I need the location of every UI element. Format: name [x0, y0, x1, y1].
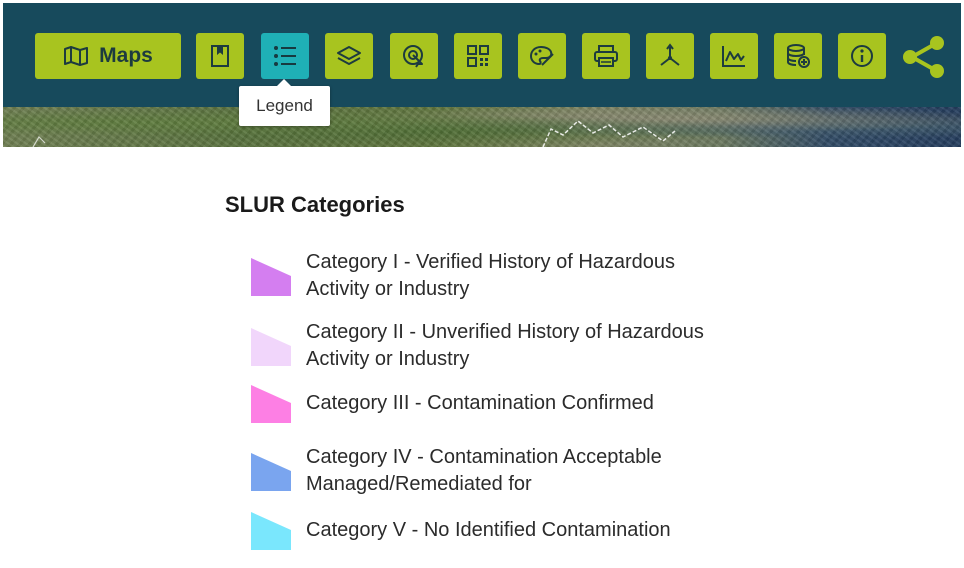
elevation-profile-button[interactable]	[710, 33, 758, 79]
map-view[interactable]	[3, 107, 961, 147]
coordinates-button[interactable]	[646, 33, 694, 79]
layers-icon	[336, 44, 362, 68]
coordinate-axes-icon	[657, 43, 683, 69]
legend-item-label: Category IV - Contamination Acceptable M…	[306, 446, 662, 495]
app-frame: Maps Legend SLUR Categories Category I -…	[0, 0, 964, 568]
palette-brush-icon	[529, 44, 555, 68]
legend-item-label: Category I - Verified History of Hazardo…	[306, 251, 676, 300]
legend-item-category-4: Category IV - Contamination Acceptable M…	[250, 444, 736, 498]
print-icon	[593, 44, 619, 68]
legend-swatch	[251, 328, 291, 366]
legend-list-icon	[272, 44, 298, 68]
legend-tooltip: Legend	[239, 79, 330, 126]
legend-item-category-2: Category II - Unverified History of Haza…	[250, 319, 736, 373]
legend-item-label: Category III - Contamination Confirmed	[306, 391, 654, 414]
legend-swatch	[251, 385, 291, 423]
qr-grid-icon	[466, 44, 490, 68]
basemap-style-button[interactable]	[518, 33, 566, 79]
identify-button[interactable]	[390, 33, 438, 79]
legend-swatch	[251, 512, 291, 550]
legend-button[interactable]	[261, 33, 309, 79]
share-icon	[900, 36, 948, 85]
locate-touch-icon	[401, 43, 427, 69]
legend-swatch	[251, 258, 291, 296]
legend-swatch	[251, 453, 291, 491]
info-icon	[849, 43, 875, 69]
legend-item-label: Category V - No Identified Contamination	[306, 518, 671, 541]
about-button[interactable]	[838, 33, 886, 79]
database-add-icon	[785, 43, 811, 69]
line-chart-icon	[721, 44, 747, 68]
legend-item-label: Category II - Unverified History of Haza…	[306, 321, 704, 370]
maps-button[interactable]: Maps	[35, 33, 181, 79]
maps-label: Maps	[99, 44, 153, 67]
grid-tools-button[interactable]	[454, 33, 502, 79]
map-icon	[63, 45, 89, 67]
legend-item-category-1: Category I - Verified History of Hazardo…	[250, 249, 736, 303]
layers-button[interactable]	[325, 33, 373, 79]
legend-item-category-3: Category III - Contamination Confirmed	[250, 382, 736, 424]
add-data-button[interactable]	[774, 33, 822, 79]
bookmark-icon	[208, 44, 232, 68]
legend-title: SLUR Categories	[225, 192, 405, 217]
legend-item-category-5: Category V - No Identified Contamination	[250, 509, 736, 551]
bookmarks-button[interactable]	[196, 33, 244, 79]
share-button[interactable]	[900, 33, 948, 81]
map-boundary-lines	[32, 120, 676, 147]
print-button[interactable]	[582, 33, 630, 79]
